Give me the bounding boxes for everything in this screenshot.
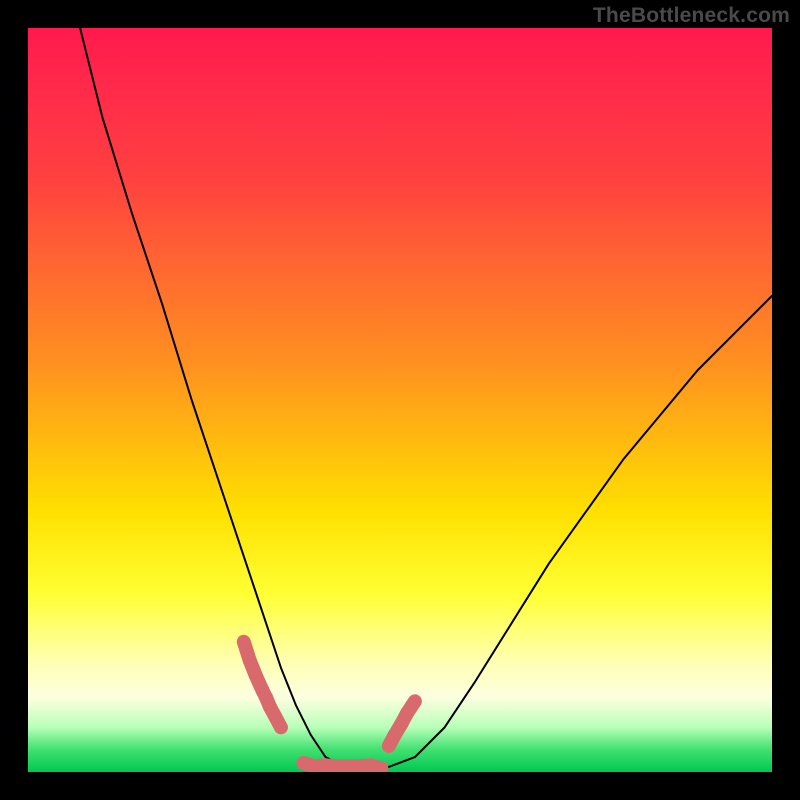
chart-frame: TheBottleneck.com bbox=[0, 0, 800, 800]
segment-left-ticks bbox=[244, 642, 281, 728]
bottleneck-curve bbox=[80, 28, 772, 772]
plot-svg bbox=[28, 28, 772, 772]
segment-right-ticks bbox=[389, 701, 415, 746]
watermark-credit: TheBottleneck.com bbox=[593, 4, 790, 28]
plot-area bbox=[28, 28, 772, 772]
segment-bottom-ticks bbox=[303, 763, 381, 768]
